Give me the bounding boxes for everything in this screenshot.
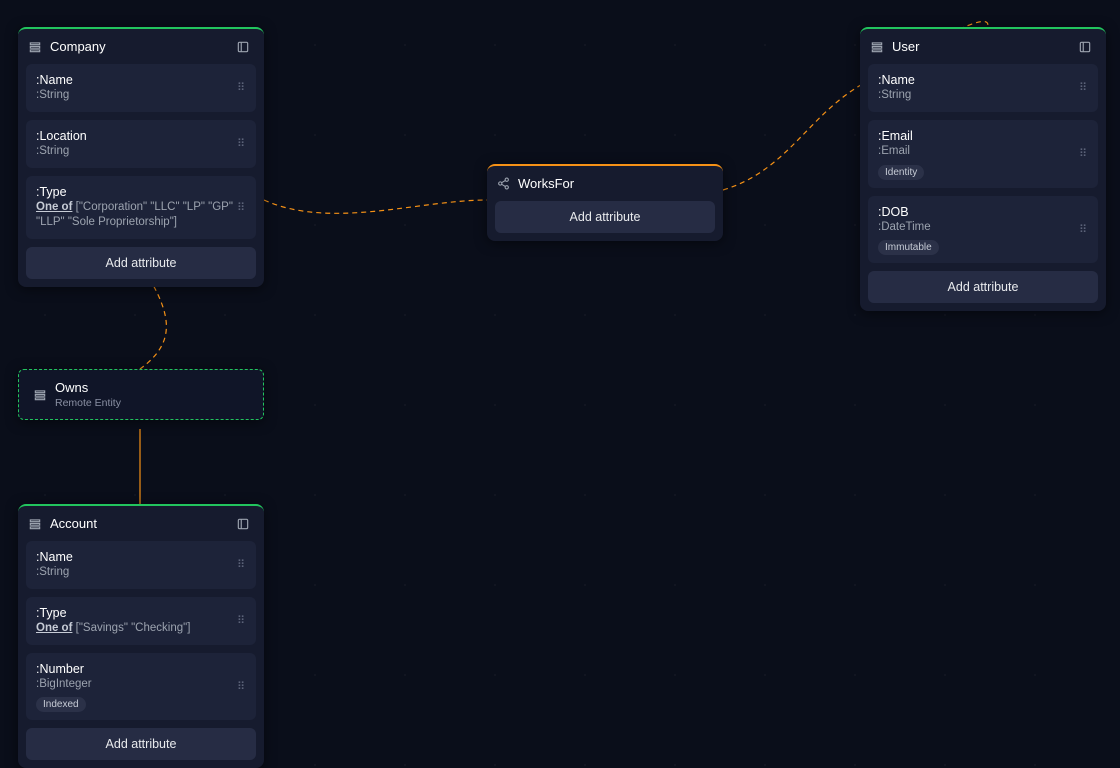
attribute-type: :String — [36, 144, 237, 160]
node-title: User — [892, 39, 919, 54]
node-subtitle: Remote Entity — [55, 397, 121, 409]
add-attribute-button[interactable]: Add attribute — [26, 728, 256, 760]
entity-node-user[interactable]: User :Name :String ⠿ :Email :Email Ident… — [860, 27, 1106, 311]
drag-handle-icon[interactable]: ⠿ — [237, 680, 246, 693]
remote-entity-node-owns[interactable]: Owns Remote Entity — [18, 369, 264, 420]
attribute-row[interactable]: :Email :Email Identity ⠿ — [868, 120, 1098, 188]
attribute-type: One of ["Corporation" "LLC" "LP" "GP" "L… — [36, 200, 237, 231]
attribute-name: :Name — [36, 549, 237, 565]
add-attribute-button[interactable]: Add attribute — [495, 201, 715, 233]
attribute-row[interactable]: :Name :String ⠿ — [26, 64, 256, 112]
attribute-name: :Type — [36, 605, 237, 621]
entity-node-account[interactable]: Account :Name :String ⠿ :Type One of ["S… — [18, 504, 264, 768]
drag-handle-icon[interactable]: ⠿ — [1079, 81, 1088, 94]
drag-handle-icon[interactable]: ⠿ — [237, 558, 246, 571]
drag-handle-icon[interactable]: ⠿ — [1079, 223, 1088, 236]
node-header[interactable]: Owns Remote Entity — [19, 370, 263, 419]
attribute-row[interactable]: :Location :String ⠿ — [26, 120, 256, 168]
drag-handle-icon[interactable]: ⠿ — [237, 201, 246, 214]
relation-node-worksfor[interactable]: WorksFor Add attribute — [487, 164, 723, 241]
entity-node-company[interactable]: Company :Name :String ⠿ :Location :Strin… — [18, 27, 264, 287]
attribute-badge: Immutable — [878, 240, 939, 255]
entity-icon — [33, 388, 47, 402]
attribute-row[interactable]: :Type One of ["Corporation" "LLC" "LP" "… — [26, 176, 256, 239]
attribute-name: :Name — [878, 72, 1079, 88]
attribute-row[interactable]: :Number :BigInteger Indexed ⠿ — [26, 653, 256, 721]
node-header[interactable]: WorksFor — [487, 166, 723, 201]
node-body: :Name :String ⠿ :Location :String ⠿ :Typ… — [18, 64, 264, 287]
expand-icon[interactable] — [236, 40, 250, 54]
add-attribute-button[interactable]: Add attribute — [868, 271, 1098, 303]
attribute-row[interactable]: :Type One of ["Savings" "Checking"] ⠿ — [26, 597, 256, 645]
node-header[interactable]: Company — [18, 29, 264, 64]
attribute-row[interactable]: :Name :String ⠿ — [868, 64, 1098, 112]
drag-handle-icon[interactable]: ⠿ — [237, 81, 246, 94]
drag-handle-icon[interactable]: ⠿ — [237, 137, 246, 150]
attribute-name: :Type — [36, 184, 237, 200]
node-title: Account — [50, 516, 97, 531]
attribute-name: :Location — [36, 128, 237, 144]
add-attribute-button[interactable]: Add attribute — [26, 247, 256, 279]
attribute-type: :String — [36, 88, 237, 104]
node-header[interactable]: User — [860, 29, 1106, 64]
attribute-badge: Identity — [878, 165, 924, 180]
entity-icon — [870, 40, 884, 54]
drag-handle-icon[interactable]: ⠿ — [1079, 147, 1088, 160]
node-title: Company — [50, 39, 106, 54]
node-body: Add attribute — [487, 201, 723, 241]
attribute-type: :Email — [878, 144, 1079, 160]
attribute-name: :Number — [36, 661, 237, 677]
expand-icon[interactable] — [1078, 40, 1092, 54]
attribute-badge: Indexed — [36, 697, 86, 712]
attribute-type: :BigInteger — [36, 677, 237, 693]
attribute-name: :DOB — [878, 204, 1079, 220]
entity-icon — [28, 517, 42, 531]
node-header[interactable]: Account — [18, 506, 264, 541]
attribute-row[interactable]: :Name :String ⠿ — [26, 541, 256, 589]
node-body: :Name :String ⠿ :Type One of ["Savings" … — [18, 541, 264, 768]
attribute-name: :Name — [36, 72, 237, 88]
share-icon — [497, 177, 510, 190]
attribute-type: :DateTime — [878, 220, 1079, 236]
node-title: WorksFor — [518, 176, 574, 191]
attribute-name: :Email — [878, 128, 1079, 144]
attribute-type: One of ["Savings" "Checking"] — [36, 621, 237, 637]
node-title: Owns — [55, 380, 121, 395]
expand-icon[interactable] — [236, 517, 250, 531]
attribute-type: :String — [36, 565, 237, 581]
attribute-row[interactable]: :DOB :DateTime Immutable ⠿ — [868, 196, 1098, 264]
attribute-type: :String — [878, 88, 1079, 104]
entity-icon — [28, 40, 42, 54]
drag-handle-icon[interactable]: ⠿ — [237, 614, 246, 627]
node-body: :Name :String ⠿ :Email :Email Identity ⠿… — [860, 64, 1106, 311]
